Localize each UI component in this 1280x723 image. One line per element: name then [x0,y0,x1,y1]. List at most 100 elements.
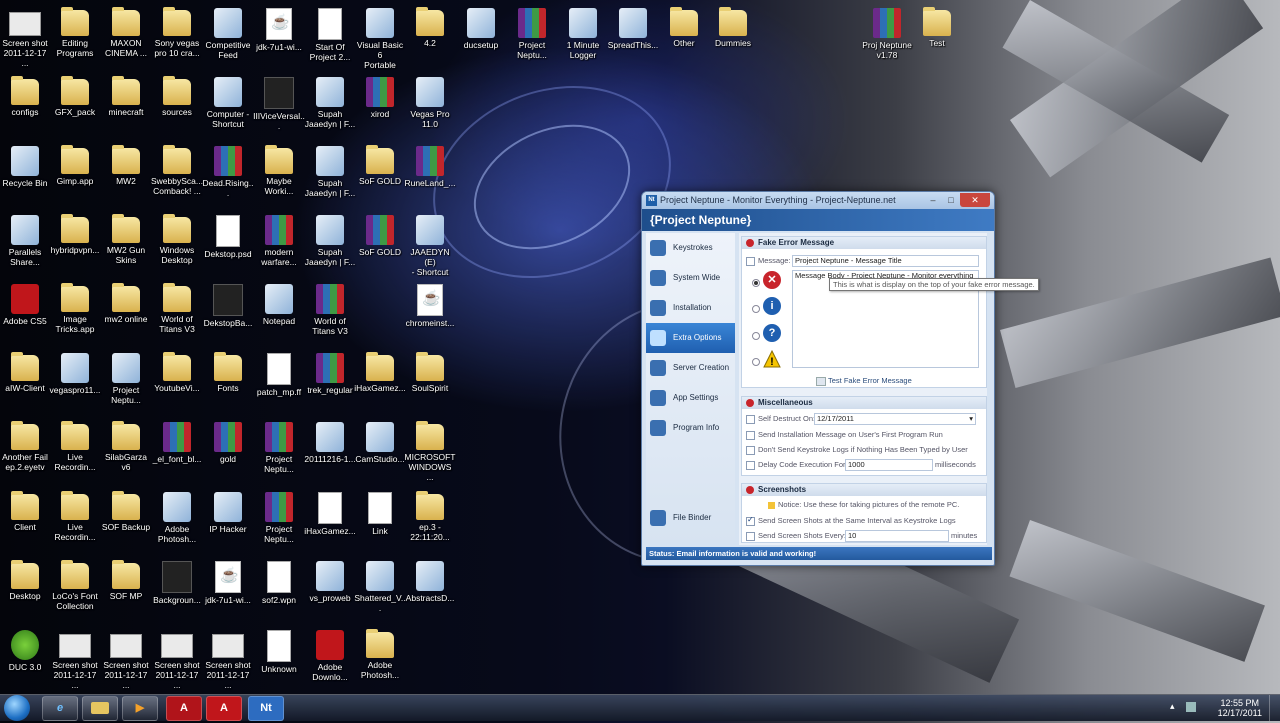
desktop-icon[interactable]: SwebbySca... Comback! ... [151,142,203,196]
desktop-icon[interactable]: Supah Jaaedyn | F... [304,73,356,129]
desktop-icon[interactable]: jdk-7u1-wi... [202,557,254,605]
desktop-icon[interactable]: World of Titans V3 [151,280,203,334]
desktop-icon[interactable]: Live Recordin... [49,418,101,472]
desktop-icon[interactable]: sof2.wpn [253,557,305,605]
tray-arrow-icon[interactable]: ▴ [1170,701,1175,712]
desktop-icon[interactable]: Adobe Photosh... [354,626,406,680]
maximize-button[interactable]: □ [942,193,960,207]
desktop-icon[interactable]: Project Neptu... [100,349,152,405]
desktop-icon[interactable]: jdk-7u1-wi... [253,4,305,52]
desktop-icon[interactable]: World of Titans V3 [304,280,356,336]
desktop-icon[interactable]: Start Of Project 2... [304,4,356,62]
desktop-icon[interactable]: Recycle Bin [0,142,51,188]
desktop-icon[interactable]: ducsetup [455,4,507,50]
test-fake-error-button[interactable]: Test Fake Error Message [816,376,912,386]
nav-server-creation[interactable]: Server Creation [646,353,735,383]
desktop-icon[interactable]: Screen shot 2011-12-17 ... [49,626,101,690]
desktop-icon[interactable]: xirod [354,73,406,119]
same-interval-checkbox[interactable] [746,515,755,526]
desktop-icon[interactable]: Maybe Worki... [253,142,305,196]
desktop-icon[interactable]: gold [202,418,254,464]
desktop-icon[interactable]: Project Neptu... [253,418,305,474]
desktop-icon[interactable]: mw2 online [100,280,152,324]
every-input[interactable]: 10 [845,530,949,542]
desktop-icon[interactable]: Competitive Feed [202,4,254,60]
radio-error[interactable] [752,279,760,287]
desktop-icon[interactable]: Project Neptu... [506,4,558,60]
start-button[interactable] [4,695,30,721]
nav-system-wide[interactable]: System Wide [646,263,735,293]
desktop-icon[interactable]: ep.3 - 22:11:20... [404,488,456,542]
desktop-icon[interactable]: Notepad [253,280,305,326]
desktop-icon[interactable]: MAXON CINEMA ... [100,4,152,58]
desktop-icon[interactable]: patch_mp.ff [253,349,305,397]
desktop-icon[interactable]: Screen shot 2011-12-17 ... [0,4,51,68]
desktop-icon[interactable]: Screen shot 2011-12-17 ... [151,626,203,690]
taskbar-neptune-button[interactable]: Nt [248,696,284,721]
desktop-icon[interactable]: Dead.Rising... [202,142,254,198]
nav-app-settings[interactable]: App Settings [646,383,735,413]
radio-info[interactable] [752,305,760,313]
message-title-input[interactable]: Project Neptune - Message Title [792,255,979,267]
desktop-icon[interactable]: 20111216-1... [304,418,356,464]
desktop-icon[interactable]: Editing Programs [49,4,101,58]
desktop-icon[interactable]: Adobe Photosh... [151,488,203,544]
self-destruct-date-picker[interactable]: 12/17/2011 ▾ [814,413,976,425]
window-titlebar[interactable]: Nt Project Neptune - Monitor Everything … [642,192,994,209]
desktop-icon[interactable]: modern warfare... [253,211,305,267]
desktop-icon[interactable]: Dummies [707,4,759,48]
desktop-icon[interactable]: Backgroun... [151,557,203,605]
desktop-icon[interactable]: Computer - Shortcut [202,73,254,129]
desktop-icon[interactable]: RuneLand_... [404,142,456,188]
desktop-icon[interactable]: DUC 3.0 [0,626,51,672]
desktop-icon[interactable]: minecraft [100,73,152,117]
desktop-icon[interactable]: Other [658,4,710,48]
desktop-icon[interactable]: 1 Minute Logger [557,4,609,60]
nav-keystrokes[interactable]: Keystrokes [646,233,735,263]
desktop-icon[interactable]: SoF GOLD [354,211,406,257]
desktop-icon[interactable]: vs_proweb [304,557,356,603]
show-desktop-button[interactable] [1269,695,1280,721]
desktop-icon[interactable]: LoCo's Font Collection [49,557,101,611]
desktop-icon[interactable]: vegaspro11... [49,349,101,395]
calendar-dropdown-icon[interactable]: ▾ [969,414,973,424]
desktop-icon[interactable]: iHaxGamez... [354,349,406,393]
desktop-icon[interactable]: trek_regular [304,349,356,395]
desktop-icon[interactable]: MICROSOFT WINDOWS ... [404,418,456,482]
desktop-icon[interactable]: Adobe CS5 [0,280,51,326]
desktop-icon[interactable]: JAAEDYN (E) - Shortcut [404,211,456,277]
desktop-icon[interactable]: iHaxGamez... [304,488,356,536]
desktop-icon[interactable]: Supah Jaaedyn | F... [304,211,356,267]
desktop-icon[interactable]: Fonts [202,349,254,393]
desktop-icon[interactable]: DekstopBa... [202,280,254,328]
minimize-button[interactable]: – [924,193,942,207]
every-checkbox[interactable] [746,531,755,541]
desktop-icon[interactable]: Test [911,4,963,48]
desktop-icon[interactable]: 4.2 [404,4,456,48]
desktop-icon[interactable]: Live Recordin... [49,488,101,542]
dont-send-checkbox[interactable] [746,445,755,455]
desktop-icon[interactable]: Parallels Share... [0,211,51,267]
desktop-icon[interactable]: chromeinst... [404,280,456,328]
desktop-icon[interactable]: sources [151,73,203,117]
desktop-icon[interactable]: Link [354,488,406,536]
desktop-icon[interactable]: Screen shot 2011-12-17 ... [100,626,152,690]
desktop-icon[interactable]: MW2 Gun Skins [100,211,152,265]
nav-program-info[interactable]: Program Info [646,413,735,443]
desktop-icon[interactable]: Visual Basic 6 Portable [354,4,406,70]
taskbar-clock[interactable]: 12:55 PM 12/17/2011 [1218,698,1262,718]
message-checkbox[interactable] [746,256,755,266]
taskbar-ie-button[interactable]: e [42,696,78,721]
network-icon[interactable] [1186,702,1196,712]
desktop-icon[interactable]: Windows Desktop [151,211,203,265]
taskbar-adobe-button[interactable]: A [166,696,202,721]
desktop-icon[interactable]: Shattered_V... [354,557,406,613]
delay-checkbox[interactable] [746,460,755,470]
desktop-icon[interactable]: CamStudio... [354,418,406,464]
desktop-icon[interactable]: Dekstop.psd [202,211,254,259]
desktop-icon[interactable]: _el_font_bl... [151,418,203,464]
desktop-icon[interactable]: SoF GOLD [354,142,406,186]
radio-warning[interactable] [752,358,760,366]
close-button[interactable]: ✕ [960,193,990,207]
desktop-icon[interactable]: SOF MP [100,557,152,601]
